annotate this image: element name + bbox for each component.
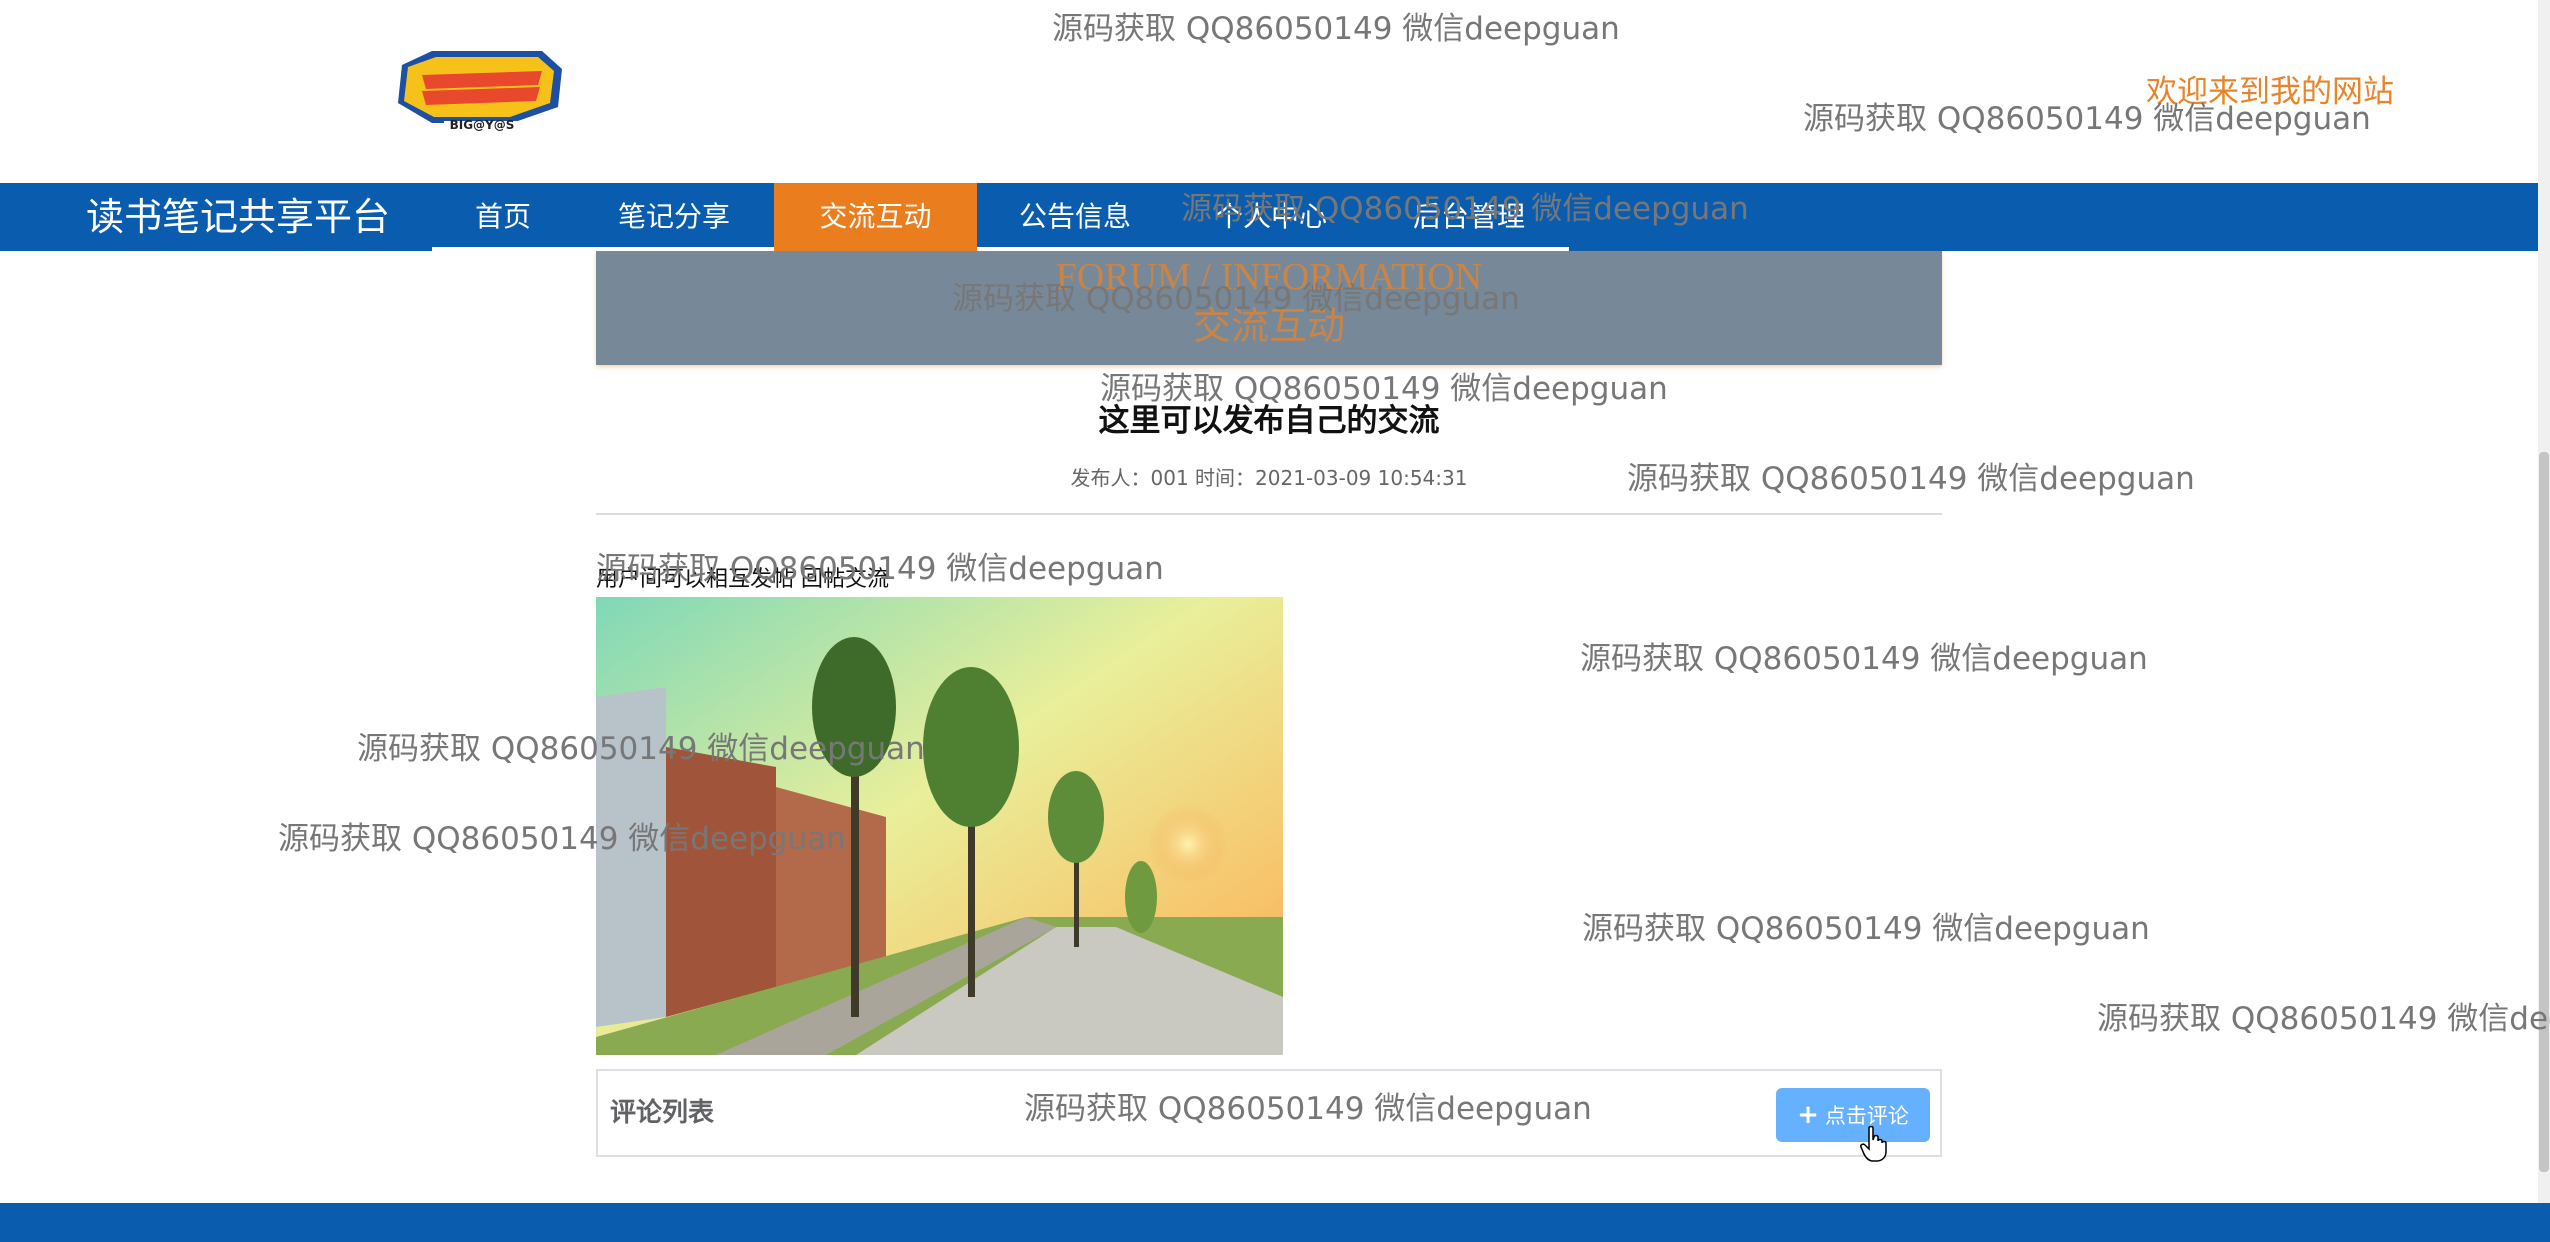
divider [596, 513, 1942, 515]
nav-item-home[interactable]: 首页 [432, 183, 574, 251]
hand-cursor-icon [1860, 1125, 1888, 1162]
watermark: 源码获取 QQ86050149 微信deepguan [1181, 191, 1749, 227]
nav-item-announcements[interactable]: 公告信息 [977, 183, 1173, 251]
site-title[interactable]: 读书笔记共享平台 [86, 183, 390, 251]
watermark: 源码获取 QQ86050149 微信deepguan [1580, 641, 2148, 677]
nav-item-notes-share[interactable]: 笔记分享 [574, 183, 774, 251]
watermark: 源码获取 QQ86050149 微信deepguan [596, 551, 1164, 587]
plus-icon: + [1797, 1100, 1819, 1130]
add-comment-label: 点击评论 [1824, 1104, 1909, 1128]
watermark: 源码获取 QQ86050149 微信deepguan [357, 731, 925, 767]
watermark: 源码获取 QQ86050149 微信deepguan [1052, 11, 1620, 47]
watermark: 源码获取 QQ86050149 微信deepguan [1627, 461, 2195, 497]
watermark: 源码获取 QQ86050149 微信deepguan [1100, 371, 1668, 407]
watermark: 源码获取 QQ86050149 微信deepguan [1803, 101, 2371, 137]
add-comment-button[interactable]: + 点击评论 [1776, 1088, 1930, 1142]
watermark: 源码获取 QQ86050149 微信deepguan [278, 821, 846, 857]
watermark: 源码获取 QQ86050149 微信deepguan [1582, 911, 2150, 947]
logo-text: BIG@Y@S [449, 118, 515, 132]
watermark: 源码获取 QQ86050149 微信deepguan [1024, 1091, 1592, 1127]
comment-list-title: 评论列表 [610, 1098, 715, 1128]
footer [0, 1203, 2550, 1242]
watermark: 源码获取 QQ86050149 微信deep [2097, 1001, 2550, 1037]
nav-item-forum[interactable]: 交流互动 [774, 183, 977, 251]
watermark: 源码获取 QQ86050149 微信deepguan [952, 281, 1520, 317]
site-logo: BIG@Y@S [392, 45, 570, 137]
scrollbar-thumb[interactable] [2539, 452, 2549, 1172]
